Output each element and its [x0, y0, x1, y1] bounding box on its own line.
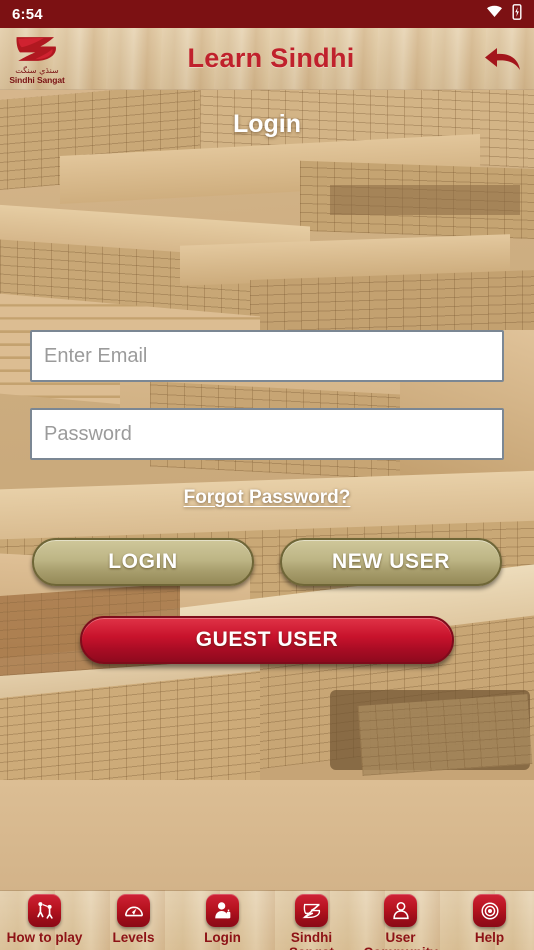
status-bar-indicators	[486, 3, 522, 25]
app-root: 6:54 سنڌي سنگت Sindhi Sangat Learn Sindh…	[0, 0, 534, 950]
speedometer-icon	[117, 894, 150, 927]
auth-button-row: LOGIN NEW USER	[0, 538, 534, 590]
sindhi-sangat-s-logo	[16, 36, 56, 61]
email-field[interactable]	[30, 330, 504, 382]
logo-script-text: سنڌي سنگت	[15, 65, 59, 75]
nav-label-how-to-play: How to play	[6, 930, 83, 945]
nav-item-sindhi-sangat[interactable]: Sindhi Sangat	[267, 891, 356, 950]
login-button[interactable]: LOGIN	[32, 538, 254, 586]
password-field[interactable]	[30, 408, 504, 460]
password-input[interactable]	[44, 410, 490, 458]
forgot-password-link[interactable]: Forgot Password?	[184, 487, 351, 508]
wifi-icon	[486, 5, 503, 23]
user-login-icon	[206, 894, 239, 927]
bottom-navigation: How to play Levels Login Sindhi User Hel…	[0, 890, 534, 950]
logo-name-text: Sindhi Sangat	[9, 74, 65, 85]
back-arrow-icon	[485, 47, 520, 70]
nav-label-login: Login	[204, 930, 241, 945]
status-bar: 6:54	[0, 0, 534, 28]
nav-label-help: Help	[474, 930, 505, 945]
back-button[interactable]	[472, 28, 534, 89]
nav-item-how-to-play[interactable]: How to play	[0, 891, 89, 945]
status-bar-clock: 6:54	[12, 5, 43, 23]
sindhi-sangat-icon	[295, 894, 328, 927]
nav-item-help[interactable]: Help	[445, 891, 534, 945]
nav-item-login[interactable]: Login	[178, 891, 267, 945]
nav-item-user-community[interactable]: User Community	[356, 891, 445, 950]
nav-label-sindhi-sangat: Sindhi Sangat	[289, 930, 334, 950]
new-user-button[interactable]: NEW USER	[280, 538, 502, 586]
screen-title: Login	[232, 110, 302, 138]
nav-label-levels: Levels	[112, 930, 155, 945]
nav-item-levels[interactable]: Levels	[89, 891, 178, 945]
app-logo[interactable]: سنڌي سنگت Sindhi Sangat	[4, 28, 70, 89]
forgot-password-link-wrap: Forgot Password?	[0, 487, 534, 509]
nav-label-user-community: User Community	[363, 930, 437, 950]
battery-charging-icon	[512, 3, 522, 25]
user-community-icon	[384, 894, 417, 927]
guest-user-button[interactable]: GUEST USER	[80, 616, 454, 664]
app-header: سنڌي سنگت Sindhi Sangat Learn Sindhi	[0, 28, 534, 90]
help-circles-icon	[473, 894, 506, 927]
how-to-play-icon	[28, 894, 61, 927]
login-screen: Login Forgot Password? LOGIN NEW USER GU…	[0, 90, 534, 890]
page-title: Learn Sindhi	[187, 43, 355, 73]
email-input[interactable]	[44, 332, 490, 380]
